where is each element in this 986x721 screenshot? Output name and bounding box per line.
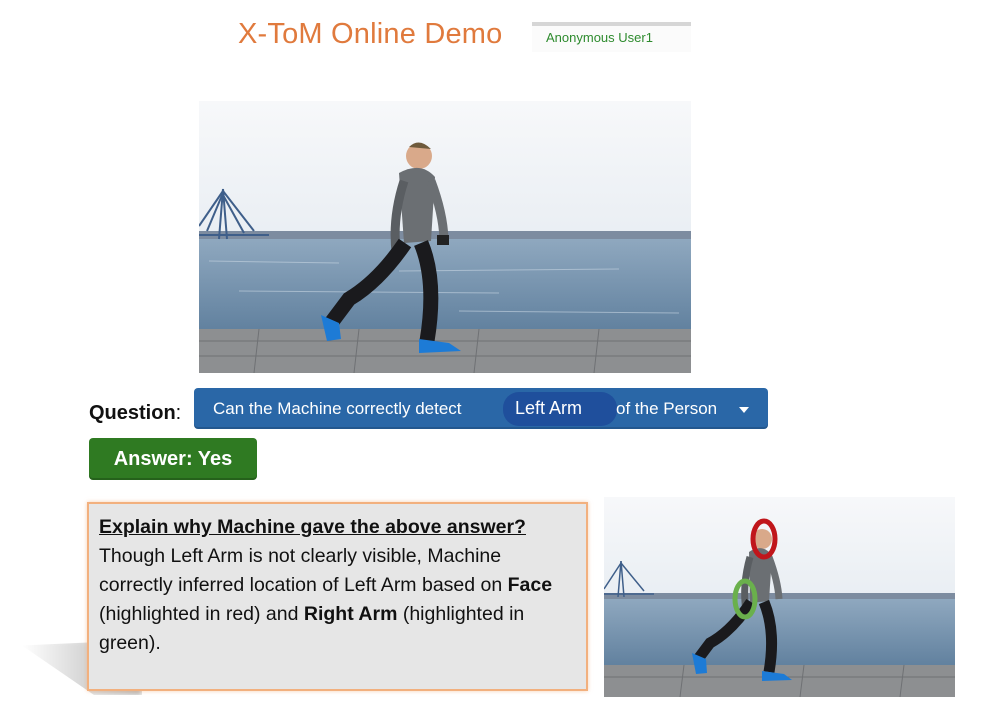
user-badge[interactable]: Anonymous User1 (532, 22, 691, 52)
app-title: X-ToM Online Demo (238, 18, 503, 50)
explanation-photo (604, 497, 955, 697)
face-term: Face (507, 574, 553, 596)
question-label: Question: (89, 402, 182, 424)
explanation-text: Though Left Arm is not clearly visible, … (99, 545, 553, 654)
question-prefix: Can the Machine correctly detect (213, 399, 462, 418)
main-photo (199, 101, 691, 373)
body-part-select[interactable]: Left Arm (503, 392, 617, 426)
question-suffix: of the Person (616, 399, 718, 418)
question-dropdown[interactable]: Can the Machine correctly detect Left Ar… (194, 388, 768, 429)
explanation-box: Explain why Machine gave the above answe… (87, 502, 588, 691)
explanation-heading: Explain why Machine gave the above answe… (99, 516, 526, 538)
user-name: Anonymous User1 (546, 30, 653, 45)
body-part-value: Left Arm (515, 398, 583, 418)
right-arm-term: Right Arm (303, 603, 398, 625)
caret-down-icon[interactable] (739, 407, 749, 413)
answer-button[interactable]: Answer: Yes (89, 438, 257, 480)
